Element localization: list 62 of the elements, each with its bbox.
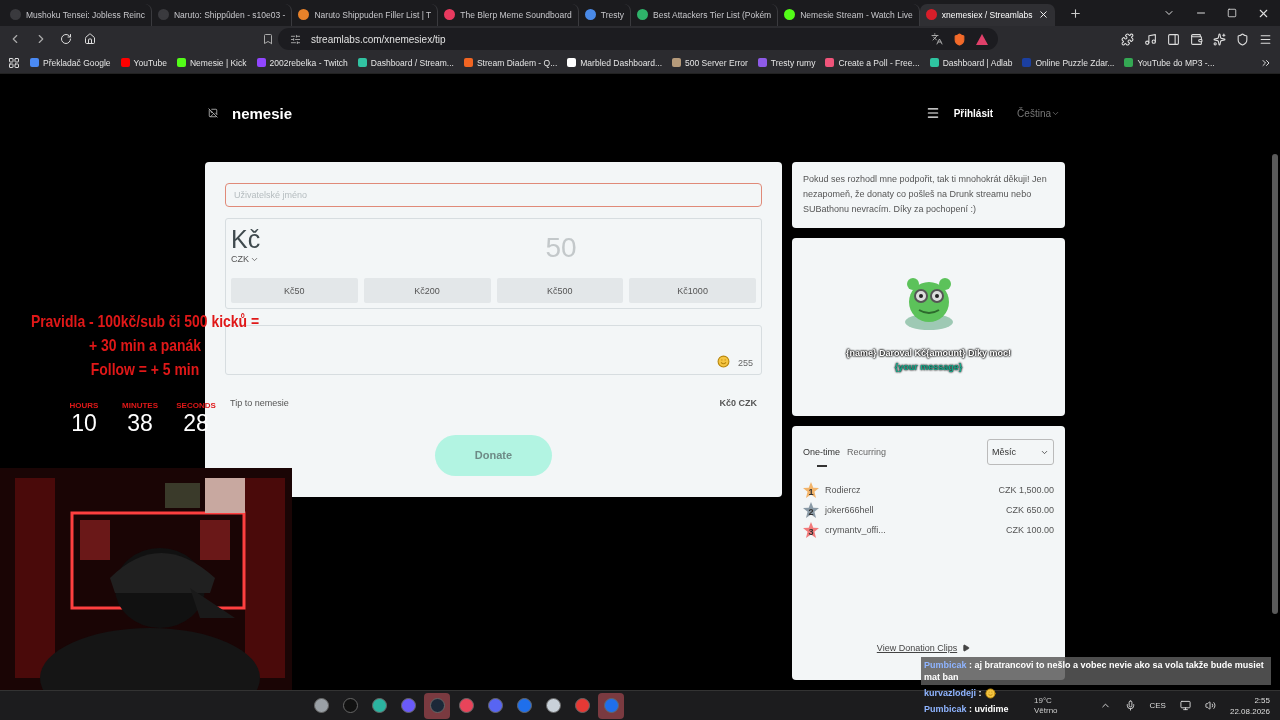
- preset-amount-button[interactable]: Kč500: [496, 278, 624, 304]
- countdown-value: 38: [127, 410, 153, 436]
- bookmark-item[interactable]: Stream Diadem - Q...: [463, 57, 558, 68]
- chat-message: kurvazlodeji :: [921, 685, 999, 701]
- countdown-label: MINUTES: [122, 401, 158, 410]
- rank-star-icon: 3: [803, 522, 819, 538]
- chat-message: Pumbicak : uvidime: [923, 703, 1010, 716]
- weather-widget[interactable]: 19°C Větrno: [1034, 695, 1058, 716]
- currency-symbol: Kč: [231, 224, 262, 255]
- alert-message-text: {your message}: [894, 362, 963, 372]
- donation-amount: CZK 100.00: [1005, 525, 1054, 535]
- rules-text: Follow = + 5 min: [90, 359, 200, 381]
- rank-star-icon: 2: [803, 502, 819, 518]
- bookmark-item[interactable]: Marbled Dashboard...: [567, 57, 662, 68]
- leaderboard-tab[interactable]: One-time: [803, 437, 840, 467]
- login-link[interactable]: Přihlásit: [953, 107, 994, 119]
- bookmark-item[interactable]: YouTube do MP3 -...: [1124, 57, 1215, 68]
- period-select[interactable]: Měsíc: [987, 439, 1054, 465]
- alert-text: {name} Daroval Kč{amount} Díky moc!: [845, 348, 1012, 358]
- url-field[interactable]: streamlabs.com/xnemesiex/tip: [311, 33, 446, 45]
- bookmark-item[interactable]: Create a Poll - Free...: [825, 57, 920, 68]
- bookmark-item[interactable]: 2002rebelka - Twitch: [256, 57, 348, 68]
- browser-tab[interactable]: The Blerp Meme Soundboard: [438, 3, 579, 26]
- countdown-label: HOURS: [69, 401, 99, 410]
- bookmark-item[interactable]: Překladač Google: [30, 57, 111, 68]
- currency-dropdown[interactable]: CZK: [231, 254, 351, 265]
- donation-clips-link[interactable]: View Donation Clips: [876, 643, 958, 653]
- bookmark-item[interactable]: Dashboard | Adlab: [929, 57, 1013, 68]
- preset-amount-button[interactable]: Kč200: [363, 278, 491, 304]
- bookmark-item[interactable]: Online Puzzle Zdar...: [1022, 57, 1115, 68]
- rank-star-icon: 1: [803, 482, 819, 498]
- donor-name: crymantv_offi...: [825, 525, 886, 535]
- info-text: Pokud ses rozhodl mne podpořit, tak ti mnohokrát děkuji! Jen nezapomeň, že donaty co pošleš na Drunk streamu nebo SUBathonu nevracím. Díky za pochopení :): [792, 162, 1065, 228]
- bookmark-item[interactable]: Dashboard / Stream...: [357, 57, 454, 68]
- bookmark-item[interactable]: 500 Server Error: [672, 57, 748, 68]
- tip-label: Tip to nemesie: [230, 397, 289, 408]
- leaderboard-tab[interactable]: Recurring: [847, 437, 887, 467]
- preset-amount-button[interactable]: Kč1000: [629, 278, 756, 304]
- browser-tab[interactable]: Nemesie Stream - Watch Live: [778, 3, 920, 26]
- character-count: 255: [737, 357, 753, 368]
- rules-text: + 30 min a panák: [89, 335, 201, 357]
- browser-tab[interactable]: Tresty: [578, 3, 632, 26]
- browser-tab[interactable]: Naruto Shippuden Filler List | T: [292, 3, 439, 26]
- clock[interactable]: 2:55 22.08.2026: [1229, 694, 1270, 717]
- chat-message: Pumbicak : aj bratrancovi to nešlo a vobec nevie ako sa vola takže bude musiet mat ban: [921, 657, 1271, 685]
- countdown-value: 10: [71, 410, 97, 436]
- browser-tab[interactable]: xnemesiex / Streamlabs: [919, 3, 1055, 26]
- browser-tab[interactable]: Mushoku Tensei: Jobless Reinc: [4, 3, 152, 26]
- bookmark-item[interactable]: Nemesie | Kick: [177, 57, 247, 68]
- site-name: nemesie: [232, 104, 293, 122]
- donor-name: joker666hell: [825, 505, 874, 515]
- donor-name: Rodiercz: [825, 485, 861, 495]
- total-amount: Kč0 CZK: [719, 397, 757, 408]
- browser-tab[interactable]: Best Attackers Tier List (Pokém: [631, 3, 779, 26]
- language-dropdown[interactable]: Čeština: [1017, 107, 1060, 119]
- preset-amount-button[interactable]: Kč50: [231, 278, 358, 304]
- donation-amount: CZK 650.00: [1005, 505, 1054, 515]
- bookmark-item[interactable]: YouTube: [120, 57, 167, 68]
- donation-amount: CZK 1,500.00: [998, 485, 1054, 495]
- browser-tab[interactable]: Naruto: Shippûden - s10e03 -: [151, 3, 293, 26]
- input-language[interactable]: CES: [1149, 701, 1166, 710]
- bookmark-item[interactable]: Tresty rumy: [757, 57, 816, 68]
